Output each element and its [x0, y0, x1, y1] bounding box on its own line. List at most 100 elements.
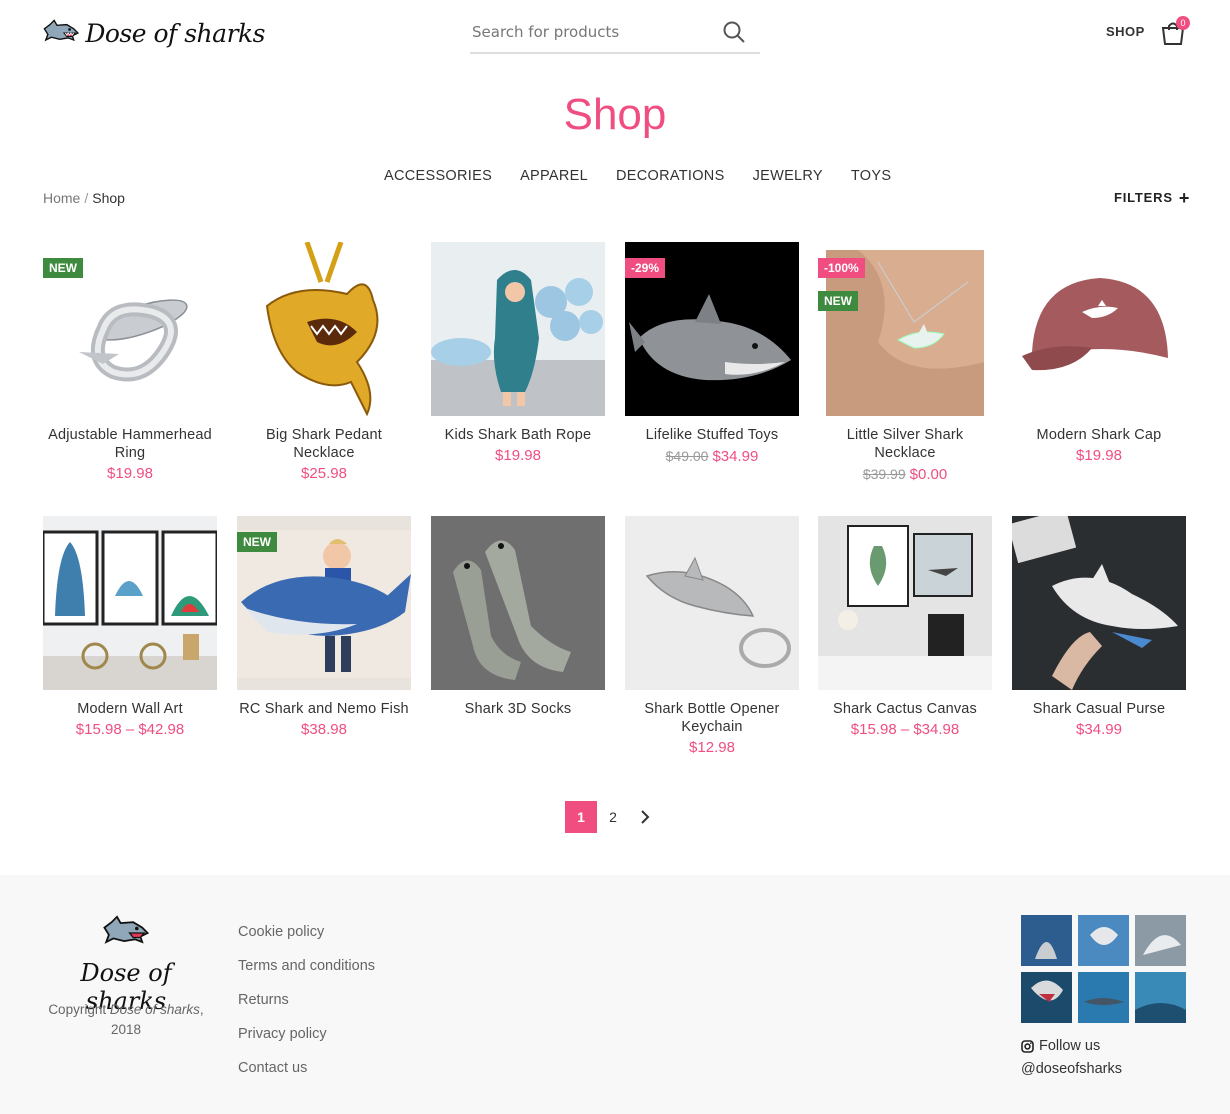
instagram-thumbnail[interactable] — [1135, 972, 1186, 1023]
breadcrumb-home[interactable]: Home — [43, 190, 80, 206]
instagram-thumbnail[interactable] — [1135, 915, 1186, 966]
product-name[interactable]: Little Silver Shark Necklace — [818, 426, 992, 462]
shark-logo-icon — [43, 19, 80, 42]
breadcrumb-current: Shop — [92, 190, 125, 206]
product-image[interactable] — [1012, 516, 1186, 690]
breadcrumb-separator: / — [84, 190, 89, 206]
product-price: $19.98 — [1076, 447, 1122, 464]
product-price: $49.00 $34.99 — [625, 444, 799, 469]
product-price: $12.98 — [689, 739, 735, 756]
instagram-follow[interactable]: Follow us @doseofsharks — [1021, 1035, 1122, 1081]
sale-badge: -29% — [625, 258, 666, 278]
product-old-price: $49.00 — [665, 448, 709, 464]
shop-nav-link[interactable]: SHOP — [1106, 24, 1145, 39]
product-image[interactable] — [1012, 242, 1186, 416]
product-card: Kids Shark Bath Rope $19.98 — [431, 242, 605, 468]
product-name[interactable]: Modern Shark Cap — [1012, 426, 1186, 444]
category-accessories[interactable]: ACCESSORIES — [384, 168, 492, 184]
product-old-price: $39.99 — [862, 466, 906, 482]
product-name[interactable]: Shark Bottle Opener Keychain — [625, 700, 799, 736]
page-2-button[interactable]: 2 — [597, 801, 629, 833]
sale-badge: -100% — [818, 258, 865, 278]
product-image[interactable]: NEW — [43, 242, 217, 416]
product-image[interactable] — [431, 516, 605, 690]
new-badge: NEW — [237, 532, 277, 552]
footer-link-contact[interactable]: Contact us — [238, 1051, 375, 1085]
product-card: Modern Shark Cap $19.98 — [1012, 242, 1186, 468]
product-name[interactable]: Adjustable Hammerhead Ring — [43, 426, 217, 462]
copyright-prefix: Copyright — [48, 1002, 107, 1017]
search-input[interactable] — [470, 23, 710, 41]
product-name[interactable]: Lifelike Stuffed Toys — [625, 426, 799, 444]
product-price: $25.98 — [301, 465, 347, 482]
product-card: NEW RC Shark and Nemo Fish $38.98 — [237, 516, 411, 742]
search-icon[interactable] — [722, 20, 746, 44]
product-card: Shark Casual Purse $34.99 — [1012, 516, 1186, 742]
product-image[interactable]: NEW — [237, 516, 411, 690]
footer-link-terms[interactable]: Terms and conditions — [238, 949, 375, 983]
product-price: $19.98 — [107, 465, 153, 482]
product-price: $15.98 – $42.98 — [75, 721, 185, 738]
product-image[interactable] — [625, 516, 799, 690]
product-sale-price: $34.99 — [712, 448, 759, 465]
site-logo[interactable]: Dose of sharks — [43, 10, 265, 56]
logo-text: Dose of sharks — [85, 18, 265, 48]
search-bar — [470, 12, 760, 54]
product-image[interactable] — [818, 516, 992, 690]
instagram-thumbnail[interactable] — [1078, 972, 1129, 1023]
filters-label: FILTERS — [1114, 190, 1173, 205]
product-card: -100% NEW Little Silver Shark Necklace $… — [818, 242, 992, 487]
footer-links: Cookie policy Terms and conditions Retur… — [238, 915, 375, 1085]
category-toys[interactable]: TOYS — [851, 168, 891, 184]
product-name[interactable]: Shark 3D Socks — [431, 700, 605, 718]
instagram-thumbnail[interactable] — [1021, 915, 1072, 966]
product-name[interactable]: RC Shark and Nemo Fish — [237, 700, 411, 718]
product-price: $15.98 – $34.98 — [850, 721, 960, 738]
category-apparel[interactable]: APPAREL — [520, 168, 588, 184]
product-price: $38.98 — [301, 721, 347, 738]
footer-link-privacy[interactable]: Privacy policy — [238, 1017, 375, 1051]
copyright-text: Copyright Dose of sharks, 2018 — [43, 1000, 209, 1040]
instagram-thumbnail[interactable] — [1021, 972, 1072, 1023]
instagram-grid — [1021, 915, 1187, 1023]
category-nav: ACCESSORIES APPAREL DECORATIONS JEWELRY … — [384, 168, 919, 184]
product-card: Shark Cactus Canvas $15.98 – $34.98 — [818, 516, 992, 742]
product-sale-price: $0.00 — [909, 466, 948, 483]
new-badge: NEW — [818, 291, 858, 311]
product-price: $39.99 $0.00 — [818, 462, 992, 487]
instagram-thumbnail[interactable] — [1078, 915, 1129, 966]
product-name[interactable]: Kids Shark Bath Rope — [431, 426, 605, 444]
product-image[interactable] — [43, 516, 217, 690]
product-image[interactable]: -100% NEW — [818, 242, 992, 416]
instagram-handle: @doseofsharks — [1021, 1061, 1122, 1077]
product-card: Big Shark Pedant Necklace $25.98 — [237, 242, 411, 486]
site-footer: Dose of sharks Copyright Dose of sharks,… — [0, 875, 1230, 1114]
instagram-icon — [1021, 1040, 1034, 1053]
category-jewelry[interactable]: JEWELRY — [753, 168, 823, 184]
category-decorations[interactable]: DECORATIONS — [616, 168, 725, 184]
product-name[interactable]: Big Shark Pedant Necklace — [237, 426, 411, 462]
product-name[interactable]: Modern Wall Art — [43, 700, 217, 718]
page-1-button[interactable]: 1 — [565, 801, 597, 833]
filters-toggle[interactable]: FILTERS + — [1114, 187, 1191, 208]
page-title: Shop — [563, 90, 667, 139]
footer-link-returns[interactable]: Returns — [238, 983, 375, 1017]
shark-logo-icon — [103, 915, 150, 944]
product-card: -29% Lifelike Stuffed Toys $49.00 $34.99 — [625, 242, 799, 469]
chevron-right-icon[interactable] — [629, 801, 661, 833]
product-name[interactable]: Shark Cactus Canvas — [818, 700, 992, 718]
new-badge: NEW — [43, 258, 83, 278]
product-image[interactable]: -29% — [625, 242, 799, 416]
plus-icon: + — [1178, 187, 1191, 208]
product-image[interactable] — [431, 242, 605, 416]
product-card: NEW Adjustable Hammerhead Ring $19.98 — [43, 242, 217, 486]
follow-label: Follow us — [1039, 1038, 1101, 1054]
product-price: $19.98 — [495, 447, 541, 464]
product-name[interactable]: Shark Casual Purse — [1012, 700, 1186, 718]
footer-link-cookie-policy[interactable]: Cookie policy — [238, 915, 375, 949]
pagination: 1 2 — [565, 801, 661, 833]
product-image[interactable] — [237, 242, 411, 416]
product-card: Shark Bottle Opener Keychain $12.98 — [625, 516, 799, 760]
copyright-brand: Dose of sharks — [109, 1002, 200, 1017]
footer-logo[interactable]: Dose of sharks — [43, 915, 209, 1015]
